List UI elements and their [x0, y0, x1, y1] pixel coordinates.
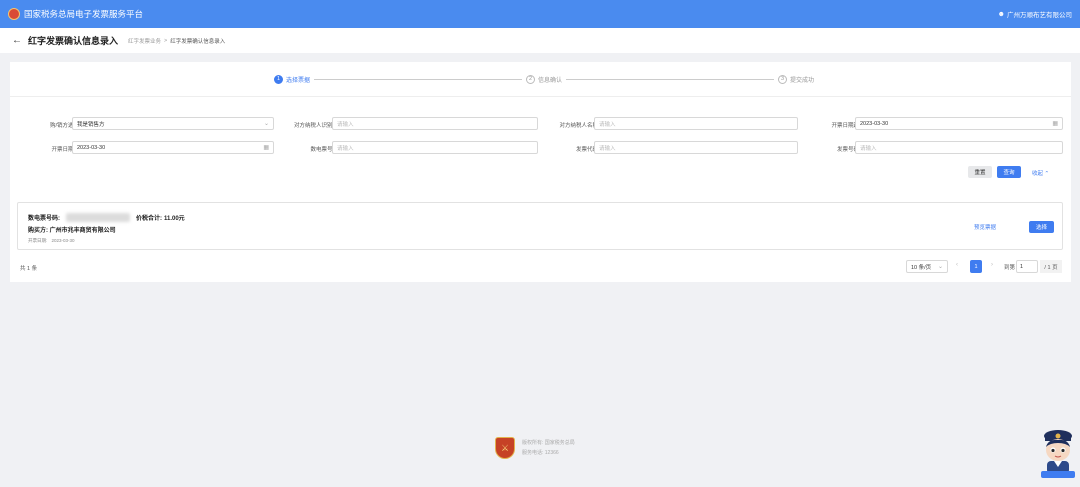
invoice-summary: 数电票号码: 价税合计: 11.00元: [28, 213, 185, 222]
invoice-code-placeholder: 请输入: [599, 145, 616, 152]
goto-label: 到第: [1004, 265, 1016, 271]
breadcrumb-item-current: 红字发票确认信息录入: [170, 38, 226, 45]
end-date-picker[interactable]: 2023-03-30 ▦: [72, 141, 274, 154]
invoice-date: 开票日期: 2023-03-30: [28, 238, 75, 244]
pagination: 共 1 条 10 条/页 ⌄ ‹ 1 › 到第 1 / 1 页: [10, 257, 1071, 277]
step-label: 选择票据: [286, 77, 311, 84]
step-connector: [566, 78, 774, 80]
assistant-mascot-icon[interactable]: [1040, 427, 1076, 479]
tax-emblem-icon: ⚔: [495, 437, 515, 459]
buyer-label: 购买方:: [28, 228, 48, 234]
stepper: 1 选择票据 2 信息确认 3 提交成功: [274, 73, 814, 85]
start-date-value: 2023-03-30: [860, 120, 889, 127]
page-size-select[interactable]: 10 条/页 ⌄: [906, 260, 948, 273]
taxpayer-name-input[interactable]: 请输入: [594, 117, 798, 130]
main-card: 1 选择票据 2 信息确认 3 提交成功 购/销方选择 我是销售方 ⌄ 对方纳税…: [10, 62, 1071, 282]
taxpayer-name-label: 对方纳税人名称: [559, 123, 598, 129]
redacted-number: [66, 213, 130, 222]
step-confirm-info: 2 信息确认: [526, 74, 563, 84]
divider: [10, 96, 1071, 97]
footer: ⚔ 版权所有: 国家税务总局 服务电话: 12366: [495, 437, 575, 459]
top-bar: 国家税务总局电子发票服务平台 ☻ 广州万顺布艺有限公司: [0, 0, 1080, 28]
service-phone-text: 服务电话: 12366: [522, 450, 559, 456]
total-label: 价税合计:: [136, 216, 162, 222]
invoice-code-input[interactable]: 请输入: [594, 141, 798, 154]
buyer-info: 购买方: 广州市兆丰商贸有限公司: [28, 225, 116, 234]
invoice-card: 数电票号码: 价税合计: 11.00元 购买方: 广州市兆丰商贸有限公司 开票日…: [17, 202, 1063, 250]
platform-title: 国家税务总局电子发票服务平台: [24, 9, 144, 19]
invoice-no-input[interactable]: 请输入: [855, 141, 1063, 154]
total-count: 共 1 条: [20, 266, 38, 272]
preview-invoice-link[interactable]: 预览票据: [974, 223, 996, 231]
filter-row-1: 购/销方选择 我是销售方 ⌄ 对方纳税人识别号 请输入 对方纳税人名称 请输入 …: [10, 117, 1071, 131]
step-label: 提交成功: [790, 77, 815, 84]
step-label: 信息确认: [538, 77, 563, 84]
total-pages: / 1 页: [1040, 260, 1062, 273]
chevron-down-icon: ⌄: [937, 264, 943, 270]
role-select[interactable]: 我是销售方 ⌄: [72, 117, 274, 130]
step-connector: [314, 78, 522, 80]
back-arrow-icon[interactable]: ←: [12, 35, 22, 46]
query-button[interactable]: 查询: [997, 166, 1021, 178]
filter-row-2: 开票日期止 2023-03-30 ▦ 数电票号码 请输入 发票代码 请输入 发票…: [10, 141, 1071, 155]
calendar-icon: ▦: [263, 145, 269, 151]
role-select-value: 我是销售方: [77, 121, 105, 128]
footer-text: 版权所有: 国家税务总局 服务电话: 12366: [522, 438, 575, 458]
step-submit-success: 3 提交成功: [778, 74, 815, 84]
copyright-text: 版权所有: 国家税务总局: [522, 440, 575, 446]
total-value: 11.00元: [164, 216, 185, 222]
collapse-toggle[interactable]: 收起 ⌃: [1032, 169, 1049, 177]
collapse-label: 收起: [1032, 171, 1044, 177]
step-number: 1: [274, 74, 283, 84]
page-number-current[interactable]: 1: [970, 260, 982, 273]
goto-page-input[interactable]: 1: [1016, 260, 1038, 273]
tax-logo-icon: [8, 8, 20, 20]
step-number: 2: [526, 74, 535, 84]
taxpayer-name-placeholder: 请输入: [599, 121, 616, 128]
chevron-up-icon: ⌃: [1044, 171, 1050, 177]
reset-button[interactable]: 重置: [968, 166, 992, 178]
next-page-icon[interactable]: ›: [991, 262, 993, 268]
select-invoice-button[interactable]: 选择: [1029, 221, 1054, 233]
page-size-value: 10 条/页: [911, 264, 932, 271]
invoice-date-label: 开票日期:: [28, 238, 48, 243]
user-menu[interactable]: ☻ 广州万顺布艺有限公司: [997, 9, 1072, 20]
calendar-icon: ▦: [1052, 121, 1058, 127]
digital-no-placeholder: 请输入: [337, 145, 354, 152]
step-select-invoice: 1 选择票据: [274, 74, 311, 84]
chevron-down-icon: ⌄: [263, 121, 269, 127]
user-icon: ☻: [997, 10, 1005, 18]
prev-page-icon[interactable]: ‹: [956, 262, 958, 268]
digital-no-input[interactable]: 请输入: [332, 141, 538, 154]
start-date-picker[interactable]: 2023-03-30 ▦: [855, 117, 1063, 130]
digital-no-field-label: 数电票号码:: [28, 216, 60, 222]
page-title: 红字发票确认信息录入: [28, 36, 119, 46]
step-number: 3: [778, 74, 787, 84]
invoice-date-value: 2023-03-30: [51, 238, 75, 243]
end-date-value: 2023-03-30: [77, 144, 106, 151]
taxpayer-id-input[interactable]: 请输入: [332, 117, 538, 130]
breadcrumb-separator-icon: >: [164, 37, 168, 44]
page-header: ← 红字发票确认信息录入 红字发票业务 > 红字发票确认信息录入: [0, 28, 1080, 53]
taxpayer-id-placeholder: 请输入: [337, 121, 354, 128]
company-name: 广州万顺布艺有限公司: [1007, 12, 1072, 19]
buyer-value: 广州市兆丰商贸有限公司: [49, 228, 116, 234]
breadcrumb-item-parent[interactable]: 红字发票业务: [128, 37, 161, 45]
invoice-no-placeholder: 请输入: [860, 145, 877, 152]
